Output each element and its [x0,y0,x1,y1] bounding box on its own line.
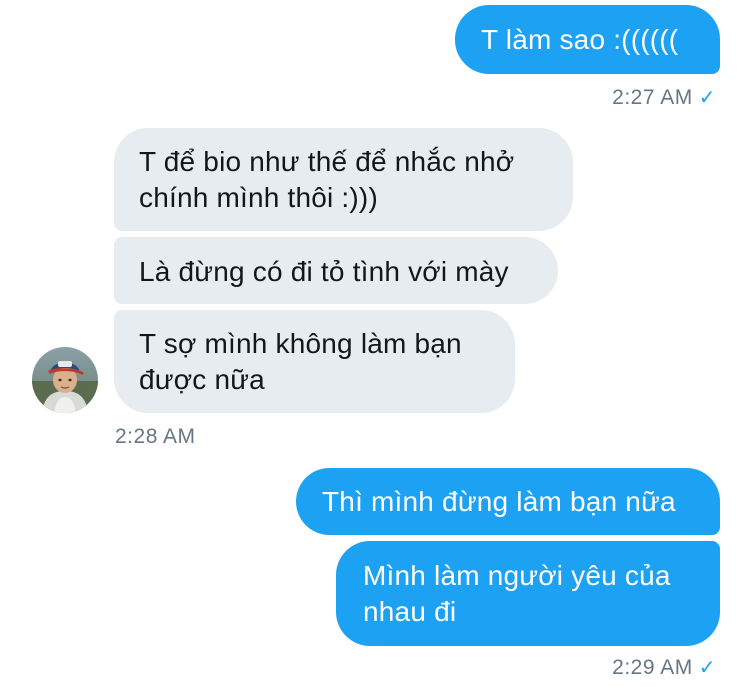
message-timestamp: 2:27 AM ✓ [612,85,716,110]
timestamp-text: 2:28 AM [115,425,196,448]
avatar-image [32,347,98,413]
message-text-line: được nữa [139,364,265,395]
checkmark-icon: ✓ [698,657,716,679]
sender-avatar[interactable] [32,347,98,413]
message-text-line: T để bio như thế để nhắc nhở [139,146,515,177]
message-text: Thì mình đừng làm bạn nữa [322,486,676,517]
message-bubble-outgoing[interactable]: T làm sao :(((((( [455,5,720,74]
message-text-line: chính mình thôi :))) [139,182,378,213]
message-bubble-outgoing[interactable]: Thì mình đừng làm bạn nữa [296,468,720,535]
message-bubble-incoming[interactable]: Là đừng có đi tỏ tình với mày [114,237,558,304]
message-timestamp: 2:28 AM [115,425,196,449]
message-text-line: T sợ mình không làm bạn [139,328,462,359]
message-timestamp: 2:29 AM ✓ [612,655,716,680]
message-text: Là đừng có đi tỏ tình với mày [139,256,509,287]
message-text-line: nhau đi [363,596,457,627]
message-text: T làm sao :(((((( [481,24,679,55]
checkmark-icon: ✓ [698,87,716,109]
message-bubble-incoming[interactable]: T sợ mình không làm bạn được nữa [114,310,515,413]
timestamp-text: 2:27 AM [612,86,693,109]
message-bubble-outgoing[interactable]: Mình làm người yêu của nhau đi [336,541,720,646]
timestamp-text: 2:29 AM [612,656,693,679]
message-text-line: Mình làm người yêu của [363,560,671,591]
message-bubble-incoming[interactable]: T để bio như thế để nhắc nhở chính mình … [114,128,573,231]
